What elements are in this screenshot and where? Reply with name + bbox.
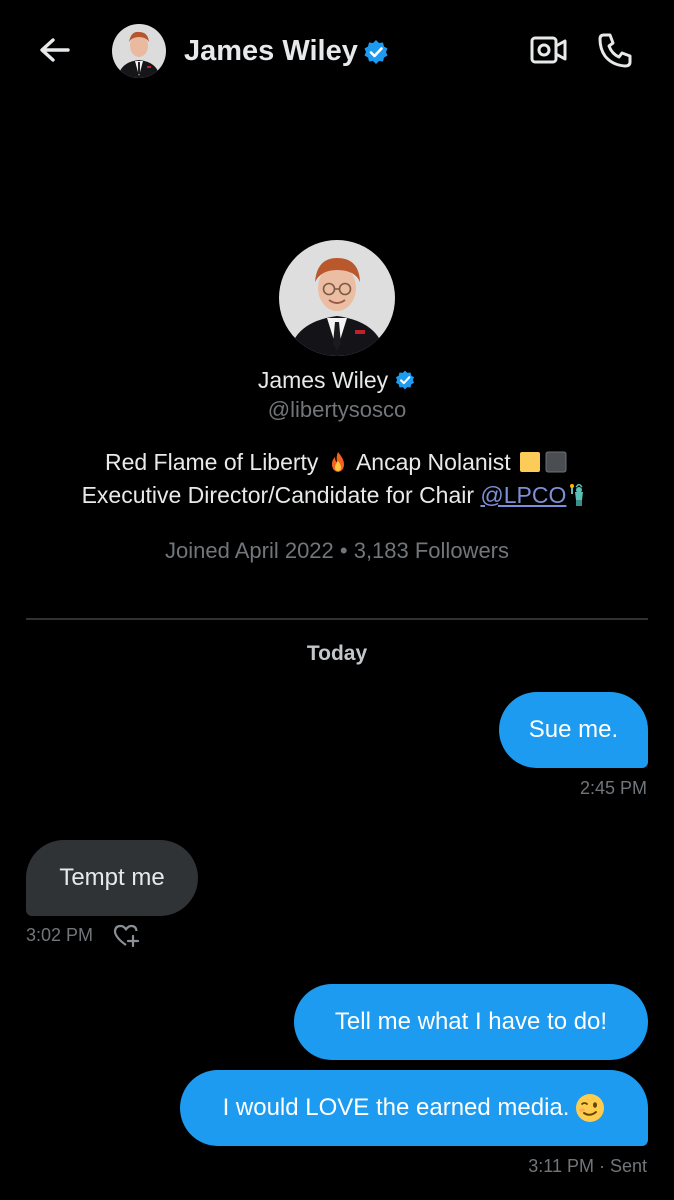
bio-line-1: Red Flame of Liberty Ancap Nolanist <box>0 446 674 478</box>
conversation-header: James Wiley <box>0 0 674 104</box>
arrow-left-icon <box>40 38 70 62</box>
header-avatar[interactable] <box>112 24 166 78</box>
header-contact-name[interactable]: James Wiley <box>184 32 358 70</box>
profile-handle[interactable]: @libertysosco <box>0 395 674 425</box>
profile-name[interactable]: James Wiley <box>258 367 388 393</box>
yellow-square-emoji-icon <box>519 449 541 472</box>
message-text: Tell me what I have to do! <box>334 1008 608 1035</box>
message-text: Sue me. <box>528 716 619 743</box>
bio-text: Red Flame of Liberty <box>104 449 319 475</box>
message-bubble-outgoing[interactable]: I would LOVE the earned media. <box>180 1070 648 1146</box>
message-timestamp-status: 3:11 PM · Sent <box>528 1156 647 1176</box>
winking-face-emoji-icon <box>575 1093 605 1123</box>
profile-joined-followers: Joined April 2022 • 3,183 Followers <box>164 538 510 563</box>
video-call-button[interactable] <box>528 30 570 70</box>
message-text: Tempt me <box>59 864 165 891</box>
bio-text: Ancap Nolanist <box>355 449 511 475</box>
phone-icon <box>598 33 632 68</box>
bio-text: Executive Director/Candidate for Chair <box>81 482 475 508</box>
message-text: I would LOVE the earned media. <box>222 1094 570 1121</box>
black-square-emoji-icon <box>545 449 567 473</box>
profile-avatar[interactable] <box>279 240 395 356</box>
heart-plus-icon <box>113 924 140 948</box>
message-timestamp: 3:02 PM <box>26 925 94 945</box>
profile-name-row: James Wiley <box>0 364 674 396</box>
back-button[interactable] <box>34 32 74 72</box>
fire-emoji-icon <box>327 449 349 472</box>
verified-badge-icon <box>362 38 390 66</box>
divider <box>26 618 648 620</box>
video-call-icon <box>530 36 567 64</box>
day-separator: Today <box>306 642 368 665</box>
bio-mention-link[interactable]: @LPCO <box>480 482 566 508</box>
bio-line-2: Executive Director/Candidate for Chair @… <box>0 479 674 511</box>
message-bubble-incoming[interactable]: Tempt me <box>26 840 198 916</box>
phone-call-button[interactable] <box>596 30 634 70</box>
message-timestamp: 2:45 PM <box>579 778 647 798</box>
verified-badge-icon <box>394 367 416 390</box>
message-bubble-outgoing[interactable]: Sue me. <box>499 692 648 768</box>
message-bubble-outgoing[interactable]: Tell me what I have to do! <box>294 984 648 1060</box>
statue-of-liberty-emoji-icon <box>568 482 590 506</box>
add-reaction-button[interactable] <box>112 922 142 950</box>
